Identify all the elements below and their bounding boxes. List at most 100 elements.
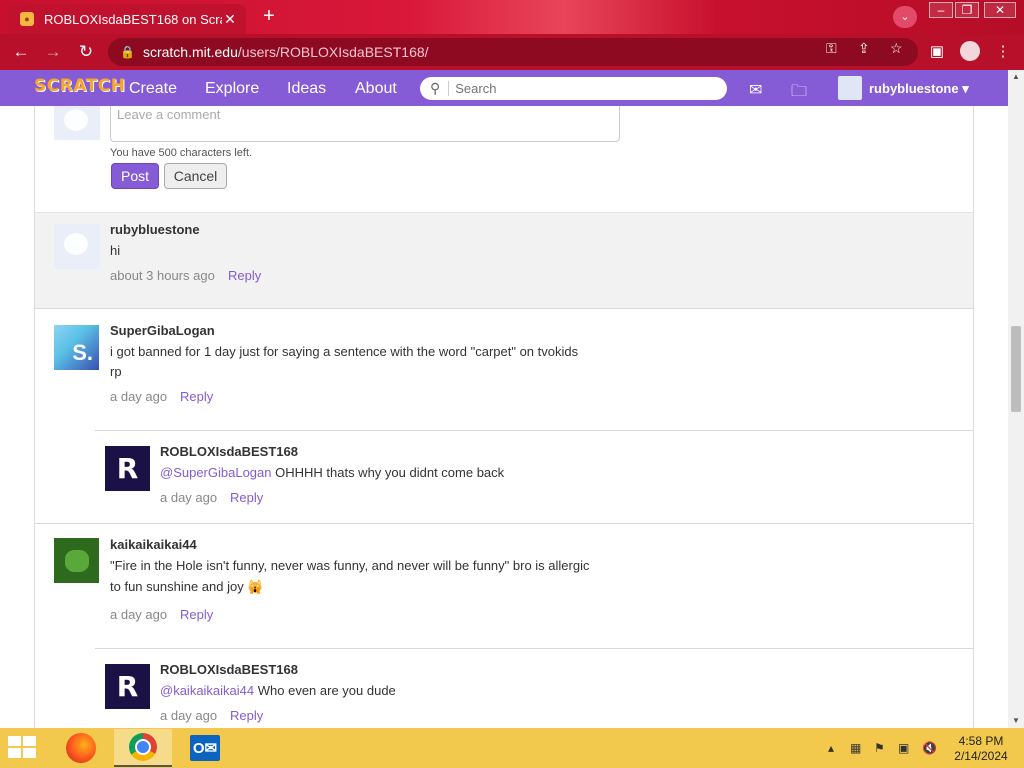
comment-text-body: OHHHH thats why you didnt come back	[271, 465, 505, 480]
tab-title: ROBLOXIsdaBEST168 on Scratch	[44, 11, 222, 27]
tab-close-icon[interactable]: ✕	[222, 11, 238, 28]
search-input[interactable]	[448, 81, 699, 96]
comment-text-line: "Fire in the Hole isn't funny, never was…	[110, 558, 590, 573]
nav-username[interactable]: rubybluestone ▾	[869, 81, 969, 97]
chrome-icon	[129, 733, 157, 761]
forward-arrow-icon[interactable]: →	[42, 42, 64, 62]
scratch-favicon-icon: ●	[20, 12, 34, 26]
reply-link[interactable]: Reply	[230, 708, 263, 723]
comments-panel	[34, 106, 974, 728]
address-bar[interactable]: 🔒 scratch.mit.edu/users/ROBLOXIsdaBEST16…	[108, 38, 918, 66]
my-stuff-folder-icon[interactable]: 🗀	[791, 80, 807, 107]
taskbar-firefox[interactable]	[52, 729, 110, 767]
taskbar-chrome[interactable]	[114, 729, 172, 767]
comment-username[interactable]: SuperGibaLogan	[110, 323, 215, 338]
cancel-button[interactable]: Cancel	[164, 163, 227, 189]
outlook-icon: O✉	[190, 735, 220, 761]
network-icon[interactable]: ▦	[850, 741, 861, 755]
key-icon[interactable]: ⚿	[826, 40, 837, 57]
comment-textarea[interactable]	[110, 106, 620, 142]
scratch-logo[interactable]: SCRATCH	[34, 76, 125, 96]
comment-avatar[interactable]	[54, 538, 99, 583]
comment-time: a day ago	[110, 389, 168, 404]
vertical-scrollbar[interactable]: ▲ ▼	[1008, 70, 1024, 728]
clock-date: 2/14/2024	[954, 749, 1008, 763]
reply-link[interactable]: Reply	[230, 490, 263, 505]
comment-time: about 3 hours ago	[110, 268, 215, 283]
comment-time: a day ago	[110, 607, 168, 622]
comment-text: to fun sunshine and joy 🙀	[110, 576, 264, 597]
menu-kebab-icon[interactable]: ⋮	[992, 42, 1014, 62]
mention-link[interactable]: @SuperGibaLogan	[160, 465, 272, 480]
nav-username-text: rubybluestone	[869, 81, 959, 96]
browser-toolbar: ← → ↻ 🔒 scratch.mit.edu/users/ROBLOXIsda…	[0, 34, 1024, 70]
reply-link[interactable]: Reply	[228, 268, 261, 283]
reply-divider	[95, 648, 973, 649]
comment-avatar[interactable]: S.	[54, 325, 99, 370]
search-box: ⚲	[420, 77, 727, 100]
show-hidden-icons-icon[interactable]: ▴	[828, 741, 834, 755]
action-center-flag-icon[interactable]: ⚑	[874, 741, 885, 755]
firefox-icon	[66, 733, 96, 763]
comments-section: You have 500 characters left. Post Cance…	[0, 106, 1008, 728]
scroll-down-icon[interactable]: ▼	[1008, 714, 1024, 728]
maximize-icon[interactable]: ❐	[955, 2, 979, 18]
taskbar-outlook[interactable]: O✉	[176, 729, 234, 767]
taskbar-clock[interactable]: 4:58 PM 2/14/2024	[946, 734, 1016, 764]
comment-text-line: to fun sunshine and joy	[110, 579, 244, 594]
chars-left-text: You have 500 characters left.	[110, 147, 253, 159]
comment-avatar[interactable]	[54, 224, 100, 269]
comment-avatar[interactable]: R	[105, 446, 150, 491]
scratch-navbar: SCRATCH Create Explore Ideas About ⚲ ✉ 🗀…	[0, 70, 1008, 106]
scroll-up-icon[interactable]: ▲	[1008, 70, 1024, 84]
comment-text: @kaikaikaikai44 Who even are you dude	[160, 680, 396, 701]
reply-link[interactable]: Reply	[180, 607, 213, 622]
comment-text: @SuperGibaLogan OHHHH thats why you didn…	[160, 462, 504, 483]
windows-taskbar: O✉ ▴ ▦ ⚑ ▣ 🔇 4:58 PM 2/14/2024	[0, 728, 1024, 768]
messages-envelope-icon[interactable]: ✉	[749, 80, 762, 100]
window-close-icon[interactable]: ✕	[984, 2, 1016, 18]
url-host: scratch.mit.edu	[142, 44, 238, 60]
reply-divider	[95, 430, 973, 431]
profile-avatar-icon[interactable]	[960, 41, 980, 61]
comment-text-line: rp	[110, 364, 122, 379]
screen: ● ROBLOXIsdaBEST168 on Scratch ✕ + ⌄ – ❐…	[0, 0, 1024, 768]
new-tab-button[interactable]: +	[257, 6, 281, 28]
display-icon[interactable]: ▣	[898, 741, 909, 755]
minimize-icon[interactable]: –	[929, 2, 953, 18]
browser-tab[interactable]: ● ROBLOXIsdaBEST168 on Scratch ✕	[8, 4, 246, 34]
scroll-thumb[interactable]	[1011, 326, 1021, 412]
comment-avatar[interactable]: R	[105, 664, 150, 709]
comment-divider	[35, 523, 973, 524]
composer-avatar	[54, 106, 100, 140]
share-icon[interactable]: ⇪	[858, 40, 870, 57]
nav-ideas[interactable]: Ideas	[287, 80, 326, 98]
lock-icon: 🔒	[120, 45, 135, 59]
comment-username[interactable]: ROBLOXIsdaBEST168	[160, 662, 298, 677]
comment-time: a day ago	[160, 490, 218, 505]
reload-icon[interactable]: ↻	[75, 42, 97, 62]
mention-link[interactable]: @kaikaikaikai44	[160, 683, 254, 698]
nav-user-avatar[interactable]	[838, 76, 862, 100]
comment-username[interactable]: ROBLOXIsdaBEST168	[160, 444, 298, 459]
clock-time: 4:58 PM	[958, 734, 1004, 748]
comment-text: hi	[110, 243, 121, 258]
nav-create[interactable]: Create	[129, 80, 177, 98]
nav-explore[interactable]: Explore	[205, 80, 259, 98]
post-button[interactable]: Post	[111, 163, 159, 189]
nav-about[interactable]: About	[355, 80, 397, 98]
url-path: /users/ROBLOXIsdaBEST168/	[237, 44, 429, 60]
comment-username[interactable]: rubybluestone	[110, 222, 200, 237]
comment-username[interactable]: kaikaikaikai44	[110, 537, 197, 552]
reply-link[interactable]: Reply	[180, 389, 213, 404]
comment-text-line: i got banned for 1 day just for saying a…	[110, 344, 579, 359]
back-arrow-icon[interactable]: ←	[10, 42, 32, 62]
comment-text-body: Who even are you dude	[254, 683, 396, 698]
side-panel-icon[interactable]: ▣	[926, 42, 948, 62]
tab-search-icon[interactable]: ⌄	[893, 6, 917, 28]
comment-time: a day ago	[160, 708, 218, 723]
search-icon: ⚲	[430, 80, 441, 96]
windows-start-icon[interactable]	[8, 736, 40, 760]
volume-muted-icon[interactable]: 🔇	[922, 741, 937, 755]
bookmark-star-icon[interactable]: ☆	[890, 40, 903, 57]
